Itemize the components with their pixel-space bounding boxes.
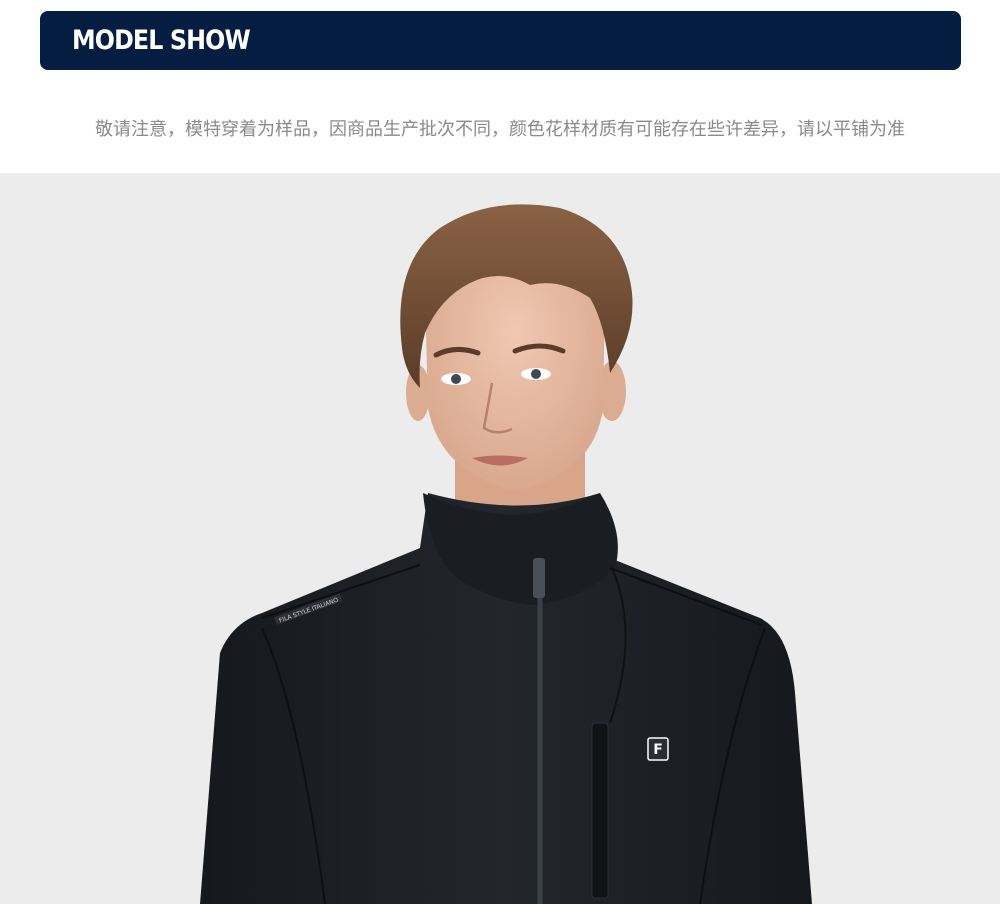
section-header-bar: MODEL SHOW [40,11,961,70]
model-notice-text: 敬请注意，模特穿着为样品，因商品生产批次不同，颜色花样材质有可能存在些许差异，请… [95,119,905,140]
model-photo: F FILA STYLE ITALIANO [0,173,1000,904]
section-title: MODEL SHOW [72,25,251,56]
zipper-pull [533,558,545,598]
chest-badge: F [647,737,669,761]
chest-badge-letter: F [653,742,663,758]
chest-pocket-zip [591,722,609,899]
